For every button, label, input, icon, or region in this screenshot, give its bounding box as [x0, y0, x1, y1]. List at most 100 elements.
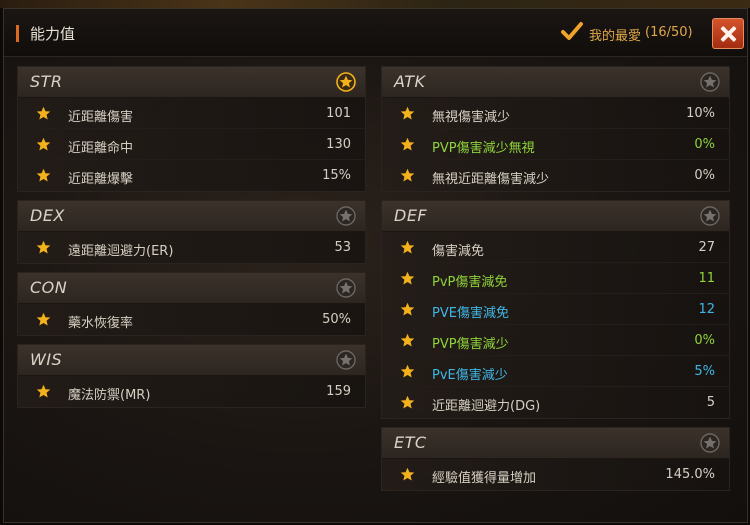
stat-row: 魔法防禦(MR) 159: [18, 376, 365, 407]
star-icon: [400, 168, 415, 182]
stat-row: 遠距離迴避力(ER) 53: [18, 232, 365, 263]
window-titlebar: 能力值 我的最愛 (16/50): [4, 9, 747, 57]
star-icon: [36, 137, 51, 151]
star-icon: [36, 168, 51, 182]
stat-label: 經驗值獲得量增加: [432, 471, 537, 486]
group-name-def: DEF: [394, 206, 428, 225]
star-icon: [400, 364, 415, 378]
stat-label: 無視傷害減少: [432, 110, 511, 125]
star-icon: [36, 312, 51, 326]
star-icon: [400, 467, 415, 481]
stat-label: 魔法防禦(MR): [68, 388, 151, 403]
group-name-atk: ATK: [394, 72, 426, 91]
favorite-star-icon[interactable]: [336, 350, 356, 370]
favorite-star-icon-active[interactable]: [336, 72, 356, 92]
stat-value: 12: [698, 302, 715, 317]
group-etc: ETC 經驗值獲得量增加 145.0%: [381, 427, 730, 491]
favorites-checkbox-icon[interactable]: [561, 21, 583, 43]
stat-label: 無視近距離傷害減少: [432, 172, 550, 187]
favorite-star-icon[interactable]: [700, 433, 720, 453]
group-name-wis: WIS: [30, 350, 63, 369]
favorite-star-icon[interactable]: [700, 72, 720, 92]
group-header-str: STR: [18, 67, 365, 98]
star-icon: [36, 106, 51, 120]
group-header-con: CON: [18, 273, 365, 304]
star-icon: [400, 137, 415, 151]
stat-label: PvE傷害減少: [432, 368, 508, 383]
stat-row: PvE傷害減少 5%: [382, 356, 729, 387]
favorites-count: (16/50): [645, 25, 693, 40]
group-name-con: CON: [30, 278, 68, 297]
favorite-star-icon[interactable]: [700, 206, 720, 226]
star-icon: [36, 384, 51, 398]
group-header-wis: WIS: [18, 345, 365, 376]
stat-value: 10%: [686, 106, 715, 121]
stat-row: 近距離迴避力(DG) 5: [382, 387, 729, 418]
stat-row: 近距離傷害 101: [18, 98, 365, 129]
group-header-dex: DEX: [18, 201, 365, 232]
stat-label: 近距離迴避力(DG): [432, 399, 541, 414]
stat-row: PVP傷害減少 0%: [382, 325, 729, 356]
stat-label: PVP傷害減少: [432, 337, 509, 352]
stat-value: 53: [334, 240, 351, 255]
star-icon: [400, 106, 415, 120]
stat-value: 15%: [322, 168, 351, 183]
stat-value: 145.0%: [665, 467, 715, 482]
group-def: DEF 傷害減免 27 PvP傷害減免 11 PVE傷害減免 12 PVP傷害減…: [381, 200, 730, 419]
stat-value: 130: [326, 137, 351, 152]
close-button[interactable]: [712, 18, 744, 49]
stat-value: 0%: [694, 168, 715, 183]
stat-label: 傷害減免: [432, 244, 485, 259]
stats-window: 能力值 我的最愛 (16/50) STR 近距離傷害 101 近距離命中 130: [3, 8, 748, 523]
favorite-star-icon[interactable]: [336, 278, 356, 298]
group-con: CON 藥水恢復率 50%: [17, 272, 366, 336]
stat-value: 0%: [694, 137, 715, 152]
group-dex: DEX 遠距離迴避力(ER) 53: [17, 200, 366, 264]
stat-label: 遠距離迴避力(ER): [68, 244, 174, 259]
group-header-etc: ETC: [382, 428, 729, 459]
favorites-label[interactable]: 我的最愛: [589, 25, 641, 44]
stat-row: 近距離爆擊 15%: [18, 160, 365, 191]
stat-row: 近距離命中 130: [18, 129, 365, 160]
stat-value: 159: [326, 384, 351, 399]
title-accent-bar: [16, 25, 19, 42]
group-str: STR 近距離傷害 101 近距離命中 130 近距離爆擊 15%: [17, 66, 366, 192]
star-icon: [400, 333, 415, 347]
star-icon: [400, 271, 415, 285]
group-name-dex: DEX: [30, 206, 65, 225]
star-icon: [36, 240, 51, 254]
stat-label: 藥水恢復率: [68, 316, 134, 331]
stat-value: 0%: [694, 333, 715, 348]
group-atk: ATK 無視傷害減少 10% PVP傷害減少無視 0% 無視近距離傷害減少 0%: [381, 66, 730, 192]
star-icon: [400, 240, 415, 254]
stat-row: 藥水恢復率 50%: [18, 304, 365, 335]
stat-row: PvP傷害減免 11: [382, 263, 729, 294]
stat-value: 5: [706, 395, 715, 410]
stat-label: PVE傷害減免: [432, 306, 509, 321]
group-header-def: DEF: [382, 201, 729, 232]
stat-row: 傷害減免 27: [382, 232, 729, 263]
stat-label: 近距離傷害: [68, 110, 134, 125]
group-name-etc: ETC: [394, 433, 427, 452]
group-wis: WIS 魔法防禦(MR) 159: [17, 344, 366, 408]
stat-value: 50%: [322, 312, 351, 327]
window-title: 能力值: [30, 25, 76, 43]
stat-label: PvP傷害減免: [432, 275, 508, 290]
stat-row: 無視近距離傷害減少 0%: [382, 160, 729, 191]
group-name-str: STR: [30, 72, 63, 91]
stat-label: PVP傷害減少無視: [432, 141, 535, 156]
favorite-star-icon[interactable]: [336, 206, 356, 226]
stat-label: 近距離爆擊: [68, 172, 134, 187]
stat-row: 無視傷害減少 10%: [382, 98, 729, 129]
star-icon: [400, 302, 415, 316]
group-header-atk: ATK: [382, 67, 729, 98]
stat-value: 27: [698, 240, 715, 255]
stat-label: 近距離命中: [68, 141, 134, 156]
stat-row: PVE傷害減免 12: [382, 294, 729, 325]
stat-row: PVP傷害減少無視 0%: [382, 129, 729, 160]
stat-value: 101: [326, 106, 351, 121]
game-background-strip: [0, 0, 750, 8]
stat-value: 5%: [694, 364, 715, 379]
stat-row: 經驗值獲得量增加 145.0%: [382, 459, 729, 490]
stat-value: 11: [698, 271, 715, 286]
